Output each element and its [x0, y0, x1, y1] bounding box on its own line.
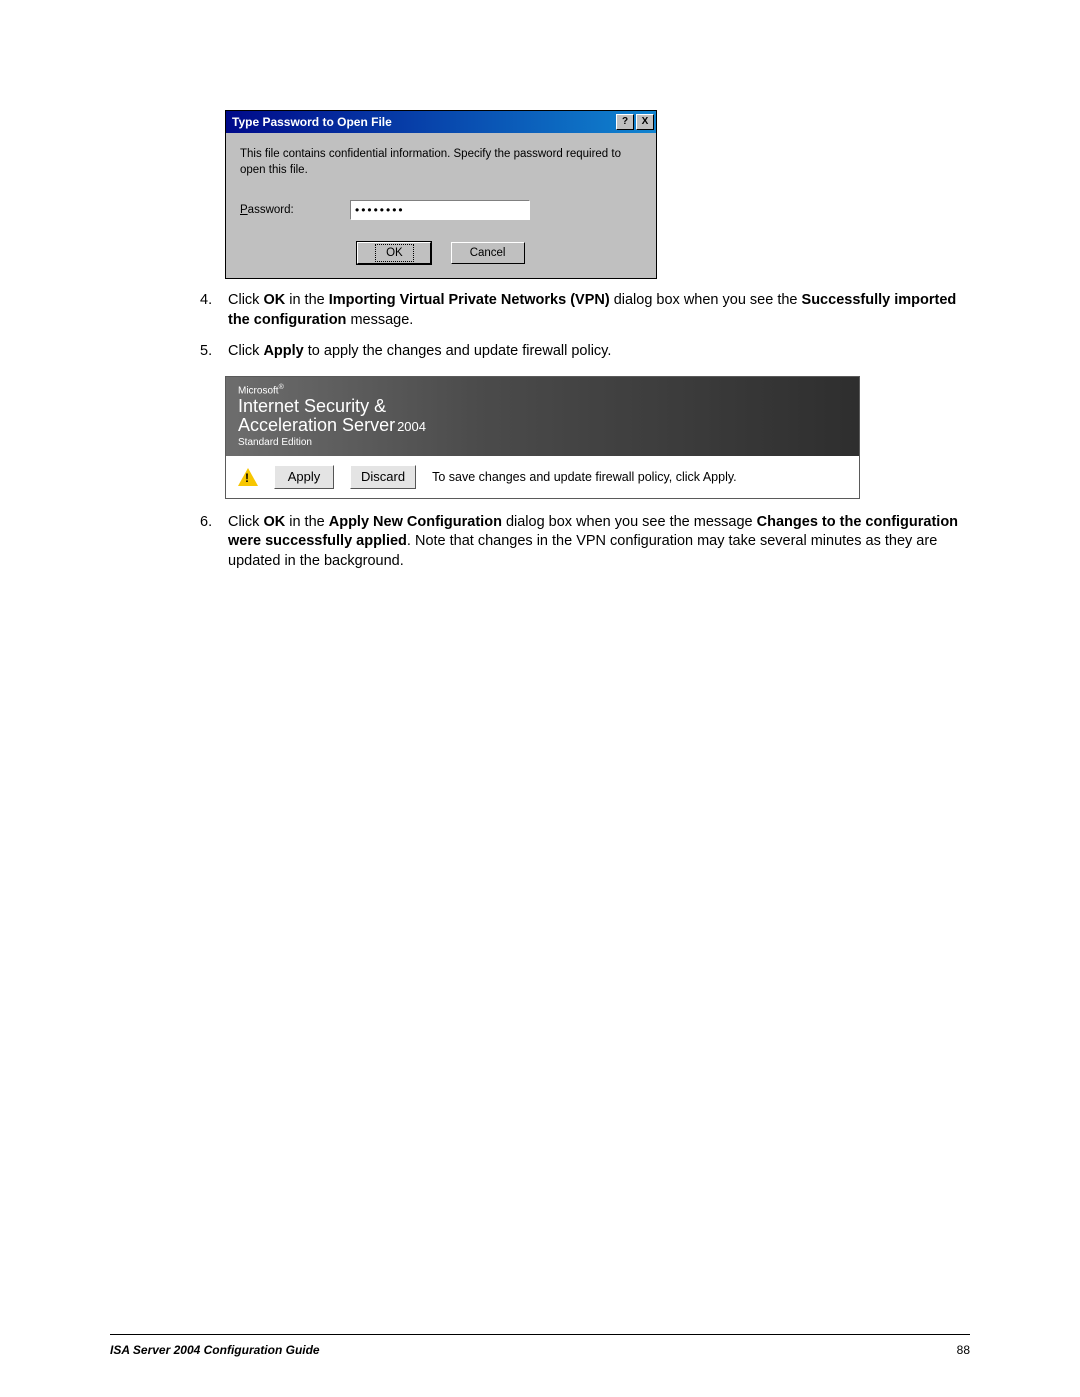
step-6: 6. Click OK in the Apply New Configurati… — [200, 513, 970, 572]
footer-divider — [110, 1334, 970, 1335]
password-label: Password: — [240, 204, 350, 216]
titlebar: Type Password to Open File ? X — [226, 111, 656, 133]
cancel-button[interactable]: Cancel — [451, 242, 525, 264]
password-input[interactable]: •••••••• — [350, 200, 530, 220]
ok-button[interactable]: OK — [357, 242, 431, 264]
footer-title: ISA Server 2004 Configuration Guide — [110, 1343, 320, 1357]
help-icon[interactable]: ? — [616, 114, 634, 130]
page-number: 88 — [957, 1343, 970, 1357]
apply-button[interactable]: Apply — [274, 465, 334, 489]
page-footer: ISA Server 2004 Configuration Guide 88 — [110, 1343, 970, 1357]
isa-message: To save changes and update firewall poli… — [432, 470, 847, 484]
dialog-instruction: This file contains confidential informat… — [240, 147, 642, 178]
warning-icon — [238, 468, 258, 486]
step-5: 5. Click Apply to apply the changes and … — [200, 342, 970, 362]
isa-banner: Microsoft® Internet Security & Accelerat… — [225, 376, 860, 499]
step-4: 4. Click OK in the Importing Virtual Pri… — [200, 291, 970, 330]
discard-button[interactable]: Discard — [350, 465, 416, 489]
password-dialog: Type Password to Open File ? X This file… — [225, 110, 657, 279]
dialog-title: Type Password to Open File — [232, 115, 614, 129]
isa-header: Microsoft® Internet Security & Accelerat… — [226, 377, 859, 456]
close-icon[interactable]: X — [636, 114, 654, 130]
